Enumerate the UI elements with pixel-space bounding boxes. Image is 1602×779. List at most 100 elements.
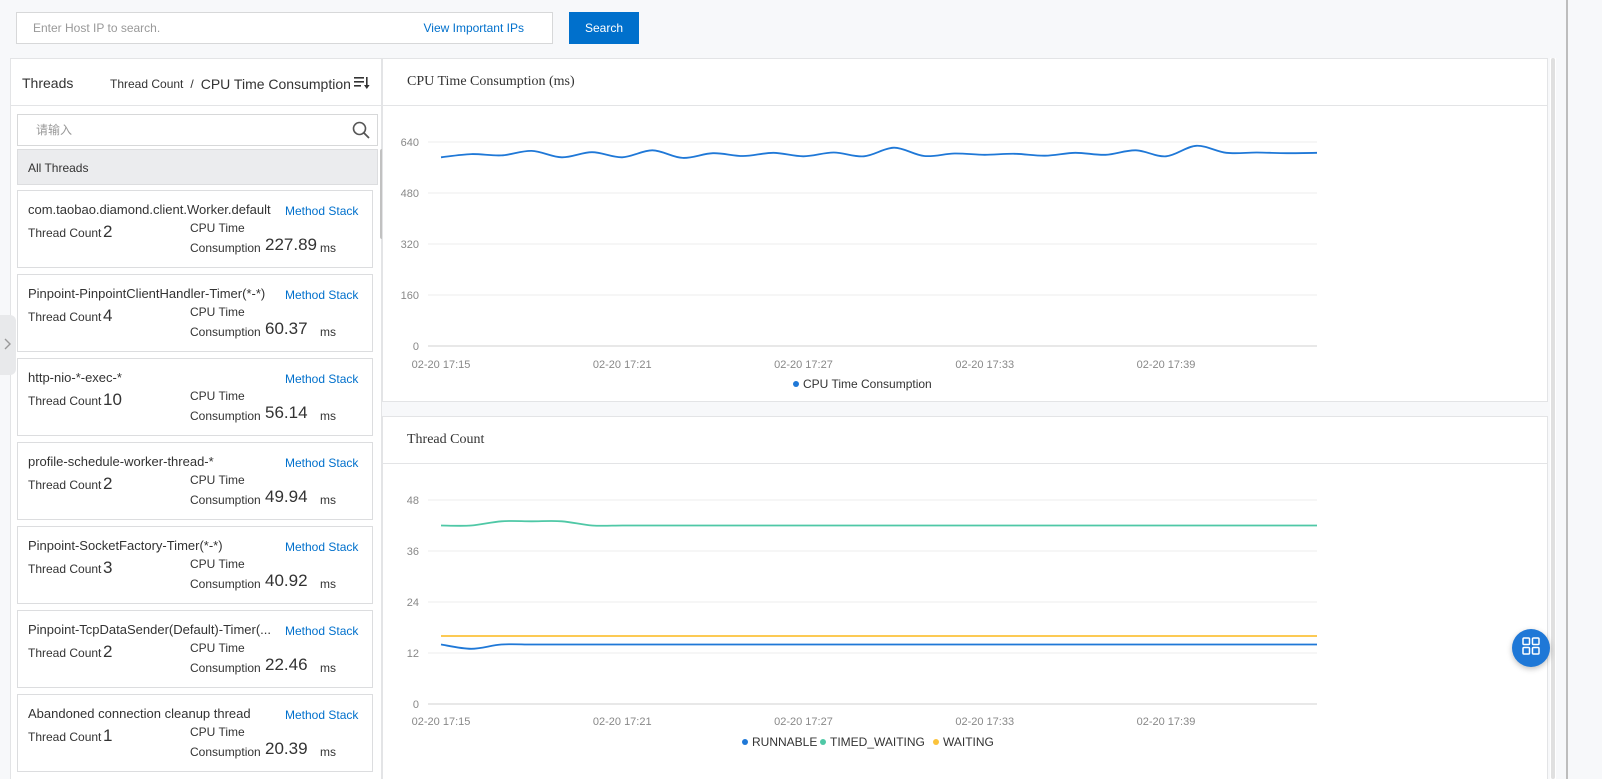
thread-card[interactable]: Pinpoint-TcpDataSender(Default)-Timer(..… [17,610,373,688]
view-important-ips-link[interactable]: View Important IPs [424,21,525,35]
legend-marker [933,739,939,745]
x-tick-label: 02-20 17:39 [1137,716,1196,728]
thread-card[interactable]: Pinpoint-PinpointClientHandler-Timer(*-*… [17,274,373,352]
cpu-time-unit: ms [320,409,336,423]
consumption-label: Consumption [190,241,261,255]
thread-count-label: Thread Count [28,646,102,660]
x-tick-label: 02-20 17:33 [955,716,1014,728]
thread-filter-input[interactable] [18,115,338,145]
legend-marker [742,739,748,745]
legend-label: TIMED_WAITING [830,735,925,749]
thread-chart-title: Thread Count [383,417,1547,464]
cpu-time-label: CPU Time [190,389,245,403]
cpu-time-value: 60.37 [265,319,308,338]
legend-label: CPU Time Consumption [803,377,932,391]
thread-card[interactable]: com.taobao.diamond.client.Worker.default… [17,190,373,268]
threads-panel: Threads Thread Count / CPU Time Consumpt… [10,58,384,779]
thread-count-label: Thread Count [28,478,102,492]
thread-name: Pinpoint-PinpointClientHandler-Timer(*-*… [28,286,266,301]
cpu-time-unit: ms [320,241,336,255]
magnifier-icon[interactable] [352,121,370,139]
thread-count-value: 1 [103,726,113,745]
thread-count-label: Thread Count [28,730,102,744]
cpu-time-label: CPU Time [190,557,245,571]
cpu-time-label: CPU Time [190,725,245,739]
thread-card[interactable]: http-nio-*-exec-* Method Stack Thread Coun… [17,358,373,436]
thread-name: Pinpoint-SocketFactory-Timer(*-*) [28,538,223,553]
cpu-time-unit: ms [320,325,336,339]
legend-marker [820,739,826,745]
all-threads-item[interactable]: All Threads [17,149,378,185]
y-tick-label: 640 [401,137,419,149]
thread-count-value: 2 [103,474,113,493]
y-tick-label: 36 [407,546,419,558]
method-stack-link[interactable]: Method Stack [285,456,358,470]
method-stack-link[interactable]: Method Stack [285,288,358,302]
thread-count-label: Thread Count [28,310,102,324]
cpu-time-value: 227.89 [265,235,317,254]
sort-by-thread-count[interactable]: Thread Count [110,77,183,91]
series-line-cpu-time-consumption [440,144,1318,159]
cpu-time-unit: ms [320,745,336,759]
cpu-time-unit: ms [320,577,336,591]
y-tick-label: 0 [413,699,419,711]
consumption-label: Consumption [190,325,261,339]
thread-list: com.taobao.diamond.client.Worker.default… [17,190,373,779]
sort-descending-icon[interactable] [354,76,370,90]
legend-marker [793,381,799,387]
y-tick-label: 160 [401,290,419,302]
cpu-time-label: CPU Time [190,641,245,655]
threads-panel-header: Threads Thread Count / CPU Time Consumpt… [11,59,381,106]
cpu-time-label: CPU Time [190,305,245,319]
consumption-label: Consumption [190,493,261,507]
grid-apps-icon [1522,636,1540,660]
sort-switch: Thread Count / CPU Time Consumption [110,76,351,92]
threads-panel-title: Threads [22,75,74,91]
series-line-timed-waiting [440,520,1317,527]
y-tick-label: 320 [401,239,419,251]
consumption-label: Consumption [190,661,261,675]
x-tick-label: 02-20 17:15 [412,716,471,728]
thread-count-value: 10 [103,390,122,409]
method-stack-link[interactable]: Method Stack [285,708,358,722]
host-ip-search-box: View Important IPs [16,12,553,44]
thread-name: Abandoned connection cleanup thread [28,706,251,721]
method-stack-link[interactable]: Method Stack [285,204,358,218]
y-tick-label: 24 [407,597,419,609]
x-tick-label: 02-20 17:21 [593,716,652,728]
collapse-panel-tab[interactable] [0,315,16,375]
top-search-bar: View Important IPs Search [0,0,1602,58]
thread-card[interactable]: Pinpoint-SocketFactory-Timer(*-*) Method … [17,526,373,604]
consumption-label: Consumption [190,409,261,423]
method-stack-link[interactable]: Method Stack [285,624,358,638]
search-button[interactable]: Search [569,12,639,44]
thread-name: profile-schedule-worker-thread-* [28,454,214,469]
y-tick-label: 480 [401,188,419,200]
thread-card[interactable]: Abandoned connection cleanup thread Metho… [17,694,373,772]
method-stack-link[interactable]: Method Stack [285,540,358,554]
cpu-time-value: 56.14 [265,403,308,422]
chevron-right-icon [4,337,12,353]
x-tick-label: 02-20 17:33 [955,359,1014,371]
page-scrollbar-thumb[interactable] [1551,58,1555,779]
host-ip-search-input[interactable] [17,13,397,43]
thread-card[interactable]: profile-schedule-worker-thread-* Method S… [17,442,373,520]
sort-by-cpu-time[interactable]: CPU Time Consumption [201,76,351,92]
thread-count-label: Thread Count [28,394,102,408]
window-edge [1566,0,1568,779]
page-scrollbar[interactable] [1550,58,1556,779]
cpu-time-value: 20.39 [265,739,308,758]
consumption-label: Consumption [190,745,261,759]
thread-filter-box [17,114,378,146]
x-tick-label: 02-20 17:15 [412,359,471,371]
cpu-time-chart: 0 160 320 480 640 02-20 17:15 02-20 17:21 02-20… [401,137,1318,391]
x-tick-label: 02-20 17:27 [774,716,833,728]
thread-count-label: Thread Count [28,562,102,576]
thread-name: Pinpoint-TcpDataSender(Default)-Timer(..… [28,622,271,637]
legend-label: WAITING [943,735,994,749]
grid-apps-button[interactable] [1512,629,1550,667]
cpu-time-unit: ms [320,661,336,675]
thread-count-label: Thread Count [28,226,102,240]
method-stack-link[interactable]: Method Stack [285,372,358,386]
x-tick-label: 02-20 17:27 [774,359,833,371]
